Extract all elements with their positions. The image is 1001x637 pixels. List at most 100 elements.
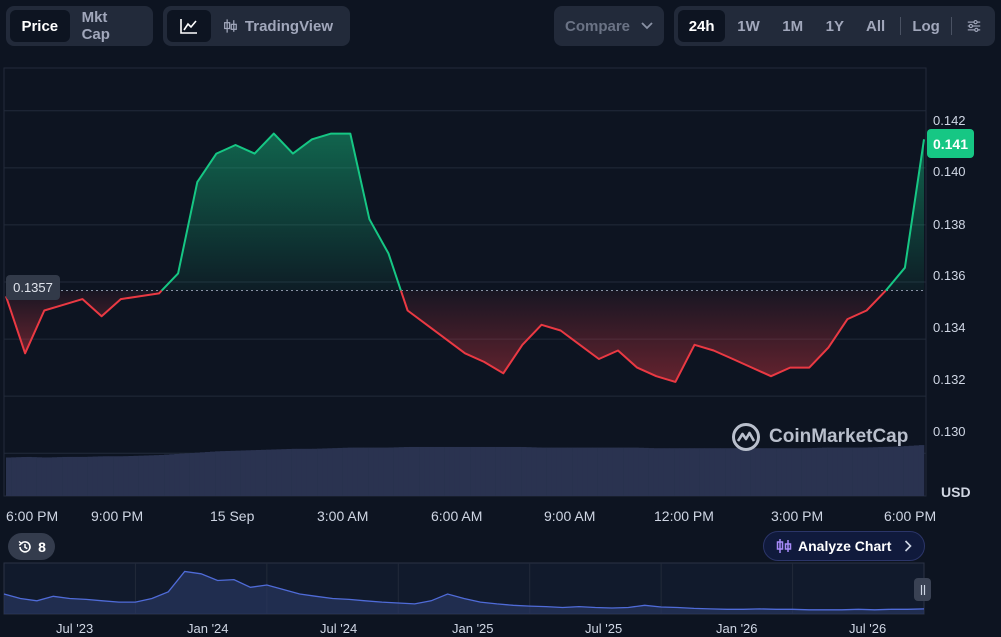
- volume-bar: [368, 447, 374, 496]
- volume-bar: [582, 447, 588, 496]
- chevron-down-icon: [641, 22, 653, 30]
- volume-bar: [77, 456, 83, 496]
- view-toggle: Price Mkt Cap: [6, 6, 153, 46]
- volume-bar: [847, 447, 853, 496]
- tradingview-label: TradingView: [244, 17, 333, 35]
- volume-bar: [143, 455, 150, 496]
- volume-bar: [82, 456, 88, 496]
- analyze-chart-button[interactable]: Analyze Chart: [763, 531, 925, 561]
- volume-bar: [786, 448, 792, 496]
- volume-bar: [286, 448, 292, 496]
- volume-bar: [643, 447, 649, 496]
- range-1y[interactable]: 1Y: [816, 10, 854, 42]
- volume-bar: [500, 446, 507, 496]
- volume-bar: [811, 447, 818, 496]
- volume-bar: [755, 448, 762, 496]
- range-1m[interactable]: 1M: [772, 10, 814, 42]
- events-count: 8: [38, 538, 46, 555]
- volume-bar: [521, 447, 527, 496]
- volume-bar: [347, 447, 354, 496]
- volume-bar: [633, 447, 639, 496]
- volume-bar: [516, 446, 522, 496]
- volume-bar: [663, 448, 670, 496]
- x-tick: 6:00 PM: [6, 508, 59, 524]
- coinmarketcap-logo-icon: [732, 423, 760, 451]
- volume-bar: [725, 448, 731, 496]
- drag-handle-icon: [920, 584, 925, 595]
- compare-dropdown[interactable]: Compare: [554, 6, 664, 46]
- volume-bar: [750, 448, 756, 496]
- volume-bar: [709, 448, 716, 496]
- volume-bar: [704, 448, 711, 496]
- volume-bar: [658, 448, 665, 496]
- navigator-tick: Jan '25: [452, 621, 494, 636]
- volume-bar: [867, 447, 874, 496]
- sliders-icon: [967, 19, 981, 33]
- volume-bar: [740, 448, 746, 496]
- settings-button[interactable]: [957, 10, 991, 42]
- volume-bar: [57, 457, 63, 496]
- events-badge[interactable]: 8: [8, 533, 55, 560]
- volume-bar: [607, 447, 614, 496]
- compare-label: Compare: [565, 17, 631, 35]
- volume-bar: [816, 447, 823, 496]
- volume-bar: [210, 451, 216, 496]
- volume-bar: [276, 449, 282, 496]
- volume-bar: [898, 446, 904, 496]
- y-tick: 0.136: [933, 268, 966, 283]
- candlestick-icon: [224, 19, 237, 33]
- volume-bar: [536, 447, 542, 496]
- volume-bar: [332, 448, 338, 496]
- volume-bar: [873, 447, 879, 496]
- volume-bar: [199, 452, 206, 496]
- range-1w[interactable]: 1W: [727, 10, 770, 42]
- volume-bar: [72, 456, 78, 496]
- volume-bar: [118, 456, 124, 496]
- volume-bar: [694, 448, 700, 496]
- tab-price[interactable]: Price: [10, 10, 70, 42]
- volume-bar: [572, 447, 578, 496]
- volume-bar: [363, 447, 369, 496]
- current-price-badge: 0.141: [927, 129, 974, 158]
- line-chart-button[interactable]: [167, 10, 211, 42]
- volume-bar: [638, 447, 644, 496]
- range-all[interactable]: All: [856, 10, 895, 42]
- volume-bar: [699, 448, 705, 496]
- tradingview-button[interactable]: TradingView: [213, 10, 343, 42]
- x-tick: 12:00 PM: [654, 508, 714, 524]
- volume-bar: [801, 448, 807, 496]
- log-scale-button[interactable]: Log: [906, 10, 946, 42]
- x-tick: 9:00 AM: [544, 508, 596, 524]
- volume-bar: [602, 447, 609, 496]
- volume-bar: [123, 456, 129, 496]
- volume-bar: [373, 447, 379, 496]
- tab-mkt-cap[interactable]: Mkt Cap: [72, 9, 149, 43]
- volume-bar: [26, 456, 32, 496]
- volume-bar: [903, 446, 909, 496]
- navigator-drag-handle[interactable]: [914, 578, 931, 601]
- y-tick: 0.138: [933, 217, 966, 232]
- volume-bar: [240, 450, 246, 496]
- y-tick: 0.130: [933, 424, 966, 439]
- y-tick: 0.140: [933, 164, 966, 179]
- volume-bar: [832, 447, 838, 496]
- volume-bar: [301, 448, 308, 496]
- volume-bar: [806, 448, 813, 496]
- volume-bar: [31, 457, 37, 496]
- history-icon: [18, 540, 31, 553]
- volume-bar: [674, 448, 680, 496]
- volume-bar: [16, 457, 22, 496]
- volume-bar: [378, 447, 384, 496]
- volume-bar: [250, 450, 257, 496]
- range-24h[interactable]: 24h: [678, 10, 726, 42]
- volume-bar: [612, 447, 619, 496]
- volume-bar: [266, 449, 272, 496]
- chart-type-toggle: TradingView: [163, 6, 350, 46]
- volume-bar: [312, 448, 318, 496]
- volume-bar: [189, 452, 195, 496]
- volume-bar: [465, 446, 471, 496]
- volume-bar: [352, 447, 359, 496]
- volume-bar: [628, 447, 634, 496]
- volume-bar: [760, 448, 767, 496]
- y-tick: 0.142: [933, 113, 966, 128]
